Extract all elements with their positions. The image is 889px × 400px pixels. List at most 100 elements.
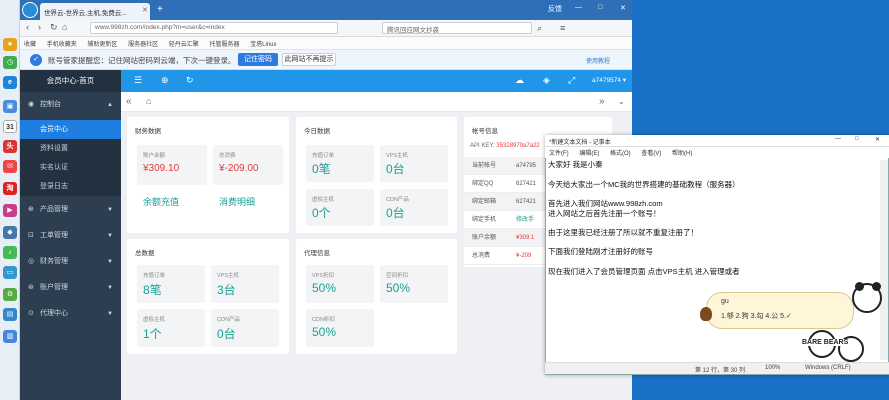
stat-value: 0个 — [312, 206, 331, 220]
theme-icon[interactable]: ◈ — [543, 75, 550, 86]
minimize-icon[interactable]: — — [835, 136, 841, 142]
minimize-icon[interactable]: — — [575, 4, 582, 11]
stat-label: 总消费 — [219, 153, 236, 159]
game-app-icon[interactable]: ◆ — [3, 226, 17, 239]
sidebar-sub-profile[interactable]: 资料设置 — [20, 139, 121, 158]
taobao-app-icon[interactable]: 淘 — [3, 182, 17, 195]
tab-close-icon[interactable]: ✕ — [142, 6, 148, 14]
sidebar-item-agent[interactable]: ⊙ 代理中心 ▼ — [20, 305, 121, 323]
menu-icon[interactable]: ≡ — [560, 23, 565, 33]
sidebar-sub-login-log[interactable]: 登录日志 — [20, 177, 121, 196]
fullscreen-icon[interactable]: ⤢ — [568, 75, 575, 86]
stat-label: 账户余额 — [143, 153, 166, 159]
search-icon[interactable]: ⌕ — [537, 23, 542, 34]
caret-down-icon: ▼ — [107, 311, 113, 317]
menu-view[interactable]: 查看(V) — [641, 151, 661, 157]
caret-down-icon: ▼ — [107, 207, 113, 213]
menu-format[interactable]: 格式(O) — [610, 151, 631, 157]
tabs-menu-icon[interactable]: ⌄ — [618, 97, 625, 106]
url-input[interactable]: www.998zh.com/index.php?m=user&c=index — [90, 22, 338, 34]
details-link[interactable]: 消费明细 — [219, 195, 255, 208]
api-key-row: API KEY: 35328979a7a22 — [470, 143, 540, 149]
notepad-scrollbar[interactable] — [880, 160, 888, 360]
calendar-app-icon[interactable]: 31 — [3, 120, 17, 133]
edit-phone-link[interactable]: 修改手 — [516, 211, 534, 229]
menu-file[interactable]: 文件(F) — [549, 151, 569, 157]
api-key-value: 35328979a7a22 — [496, 143, 540, 149]
search-text: 腾讯回应网文抄袭 — [387, 27, 439, 34]
maximize-icon[interactable]: □ — [598, 4, 602, 11]
browser-tab[interactable]: 世界云-世界云,主机,免费云... — [40, 3, 150, 20]
music-app-icon[interactable]: ♪ — [3, 246, 17, 259]
account-row: 总消费 ¥-209 — [464, 247, 546, 265]
menu-edit[interactable]: 编辑(E) — [579, 151, 599, 157]
stat-value: 1个 — [143, 327, 162, 341]
notepad-title: *新建文本文档 - 记事本 — [549, 140, 611, 146]
sidebar-item-account[interactable]: ⊛ 账户管理 ▼ — [20, 279, 121, 297]
fav-item[interactable]: 收藏 — [24, 42, 36, 48]
sidebar-sub-member-center[interactable]: 会员中心 — [20, 120, 121, 139]
stat-label: CDN产品 — [217, 317, 240, 323]
account-row: 绑定手机 修改手 — [464, 211, 546, 229]
notepad-titlebar: *新建文本文档 - 记事本 — □ ✕ — [545, 135, 889, 147]
finance-card: 财务数据 账户余额 ¥309.10 总消费 ¥-209.00 余额充值 消费明细 — [127, 117, 289, 233]
home-tab-icon[interactable]: ⌂ — [146, 96, 151, 106]
today-stat: 虚拟主机 0个 — [306, 189, 374, 226]
globe-app-icon[interactable]: e — [3, 76, 17, 89]
media-app-icon[interactable]: ▶ — [3, 204, 17, 217]
sidebar-item-finance[interactable]: ◎ 财务管理 ▼ — [20, 253, 121, 271]
fav-item[interactable]: 托管服务器 — [209, 42, 239, 48]
browser-logo-icon[interactable] — [22, 2, 38, 18]
sidebar-item-tickets[interactable]: ⊡ 工单管理 ▼ — [20, 227, 121, 245]
finance-icon: ◎ — [28, 258, 35, 265]
consumed-stat: 总消费 ¥-209.00 — [213, 145, 283, 185]
computer-app-icon[interactable]: ▣ — [3, 100, 17, 113]
refresh-icon[interactable]: ↻ — [50, 22, 58, 33]
tool-app-icon[interactable]: ⚙ — [3, 288, 17, 301]
feedback-button[interactable]: 反馈 — [548, 4, 562, 14]
fav-item[interactable]: 服务器社区 — [128, 42, 158, 48]
notepad-line: 大家好 我是小秦 — [548, 160, 603, 169]
sidebar-item-products[interactable]: ⊕ 产品管理 ▼ — [20, 201, 121, 219]
close-icon[interactable]: ✕ — [875, 136, 880, 143]
maximize-icon[interactable]: □ — [855, 136, 859, 142]
never-remind-button[interactable]: 此网站不再提示 — [282, 53, 336, 66]
agent-stat: 空间折扣 50% — [380, 265, 448, 303]
sidebar-item-label: 工单管理 — [40, 232, 68, 239]
menu-help[interactable]: 帮助(H) — [672, 151, 692, 157]
tabs-right-icon[interactable]: » — [599, 96, 605, 107]
globe-icon[interactable]: ⊕ — [161, 75, 169, 86]
menu-toggle-icon[interactable]: ☰ — [134, 75, 142, 86]
user-menu[interactable]: a7479574 ▾ — [592, 76, 626, 84]
remember-password-button[interactable]: 记住密码 — [238, 53, 278, 66]
tabs-left-icon[interactable]: « — [126, 96, 132, 107]
ime-candidates[interactable]: 1.够 2.狗 3.勾 4.公 5.✓ — [721, 311, 792, 321]
fav-item[interactable]: 辅助更新区 — [87, 42, 117, 48]
total-stat: CDN产品 0台 — [211, 309, 279, 347]
clock-app-icon[interactable]: ◷ — [3, 56, 17, 69]
book-app-icon[interactable]: ▥ — [3, 330, 17, 343]
star-app-icon[interactable]: ★ — [3, 38, 17, 51]
fav-item[interactable]: 宝塔Linux — [250, 42, 276, 48]
monitor-app-icon[interactable]: ▭ — [3, 266, 17, 279]
new-tab-icon[interactable]: + — [157, 4, 163, 15]
cloud-icon[interactable]: ☁ — [515, 75, 524, 86]
sidebar-sub-verify[interactable]: 实名认证 — [20, 158, 121, 177]
recharge-link[interactable]: 余额充值 — [143, 195, 179, 208]
sidebar-item-console[interactable]: ◉ 控制台 ▲ — [20, 96, 121, 114]
home-icon[interactable]: ⌂ — [62, 22, 67, 32]
fav-item[interactable]: 手机收藏夹 — [47, 42, 77, 48]
back-icon[interactable]: ‹ — [26, 22, 29, 32]
close-window-icon[interactable]: ✕ — [620, 4, 626, 12]
row-label: 总消费 — [472, 253, 491, 259]
news-app-icon[interactable]: 头 — [3, 140, 17, 153]
search-input[interactable]: 腾讯回应网文抄袭 — [382, 22, 532, 34]
folder-app-icon[interactable]: ▤ — [3, 308, 17, 321]
sidebar-item-label: 控制台 — [40, 101, 61, 108]
forward-icon[interactable]: › — [38, 22, 41, 32]
sidebar-item-label: 财务管理 — [40, 258, 68, 265]
fav-item[interactable]: 轻丹云汇聚 — [169, 42, 199, 48]
refresh-page-icon[interactable]: ↻ — [186, 75, 194, 86]
mail-app-icon[interactable]: ✉ — [3, 160, 17, 173]
help-link[interactable]: 使用教程 — [586, 56, 610, 65]
